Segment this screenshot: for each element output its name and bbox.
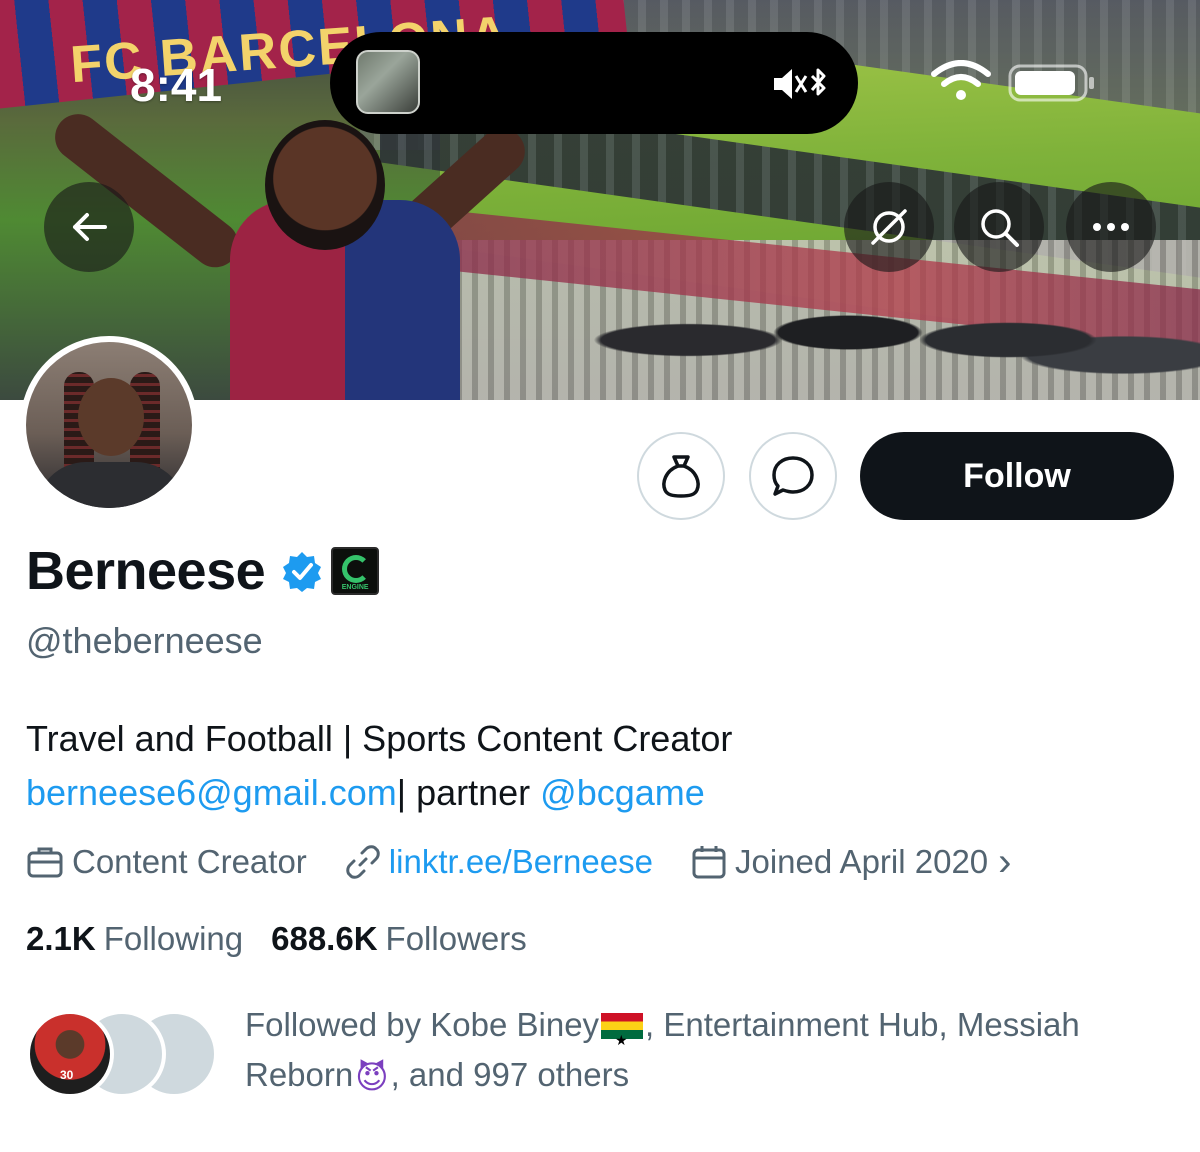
arrow-left-icon: [73, 213, 107, 241]
followers-stat[interactable]: 688.6K Followers: [271, 920, 527, 958]
avatar-shirt: [36, 462, 186, 508]
search-button[interactable]: [954, 182, 1044, 272]
tip-button[interactable]: [637, 432, 725, 520]
profile-stats: 2.1K Following 688.6K Followers: [26, 920, 555, 958]
affiliate-badge-text: ENGINE: [341, 584, 369, 591]
bio-mention-link[interactable]: @bcgame: [540, 772, 705, 813]
avatar-face: [78, 378, 144, 456]
grok-icon: [871, 209, 907, 245]
more-button[interactable]: [1066, 182, 1156, 272]
chevron-right-icon: ›: [998, 839, 1012, 884]
profile-name: Berneese: [26, 541, 266, 601]
following-count: 2.1K: [26, 920, 96, 957]
money-bag-icon: [662, 455, 700, 498]
smiling-devil-icon: 😈: [355, 1059, 389, 1095]
followed-by-avatars[interactable]: 30: [26, 1010, 226, 1100]
battery-icon: [1008, 64, 1094, 102]
profile-handle: @theberneese: [26, 620, 263, 661]
followed-by-prefix: Followed by Kobe Biney: [245, 1006, 600, 1043]
category-label: Content Creator: [72, 843, 307, 880]
follower-avatar-jersey-number: 30: [60, 1068, 74, 1082]
muted-bluetooth-icon: [774, 68, 826, 99]
followed-by-suffix: , and 997 others: [390, 1056, 630, 1093]
dynamic-island[interactable]: [330, 32, 858, 134]
joined-date: Joined April 2020: [734, 843, 989, 880]
affiliate-logo-icon: [342, 555, 371, 583]
profile-website[interactable]: linktr.ee/Berneese: [345, 843, 653, 881]
wifi-icon: [931, 60, 991, 100]
profile-joined[interactable]: Joined April 2020 ›: [691, 840, 1012, 885]
calendar-icon: [692, 846, 726, 879]
message-icon: [772, 456, 814, 496]
status-time: 8:41: [130, 59, 223, 111]
search-icon: [981, 209, 1019, 247]
bio-text: | partner: [396, 772, 541, 813]
profile-category: Content Creator: [26, 843, 307, 881]
ghana-flag-icon: [601, 1013, 644, 1065]
follow-button[interactable]: Follow: [860, 432, 1174, 520]
following-label: Following: [103, 920, 244, 957]
link-icon: [346, 845, 380, 879]
profile-meta-row: Content Creator linktr.ee/Berneese Joine…: [26, 838, 1050, 886]
followers-count: 688.6K: [271, 920, 378, 957]
grok-button[interactable]: [844, 182, 934, 272]
banner-crowd: [560, 250, 1200, 400]
briefcase-icon: [27, 847, 63, 878]
profile-avatar[interactable]: [20, 336, 198, 514]
bio-email-link[interactable]: berneese6@gmail.com: [26, 772, 397, 813]
following-stat[interactable]: 2.1K Following: [26, 920, 243, 958]
bio-line: Travel and Football | Sports Content Cre…: [26, 718, 733, 759]
back-button[interactable]: [44, 182, 134, 272]
website-link[interactable]: linktr.ee/Berneese: [389, 843, 653, 881]
more-icon: [1093, 223, 1129, 231]
now-playing-artwork[interactable]: [356, 50, 420, 114]
followed-by-text[interactable]: Followed by Kobe Biney, Entertainment Hu…: [245, 1000, 1145, 1102]
verified-badge-icon[interactable]: [281, 550, 323, 592]
affiliate-badge[interactable]: ENGINE: [331, 547, 380, 595]
follower-avatar[interactable]: 30: [26, 1010, 114, 1098]
profile-bio: Travel and Football | Sports Content Cre…: [26, 712, 1176, 820]
message-button[interactable]: [749, 432, 837, 520]
profile-name-row: Berneese ENGINE: [26, 540, 380, 602]
banner-person-head: [265, 120, 385, 250]
followers-label: Followers: [385, 920, 527, 957]
bio-line: berneese6@gmail.com| partner @bcgame: [26, 766, 1176, 820]
